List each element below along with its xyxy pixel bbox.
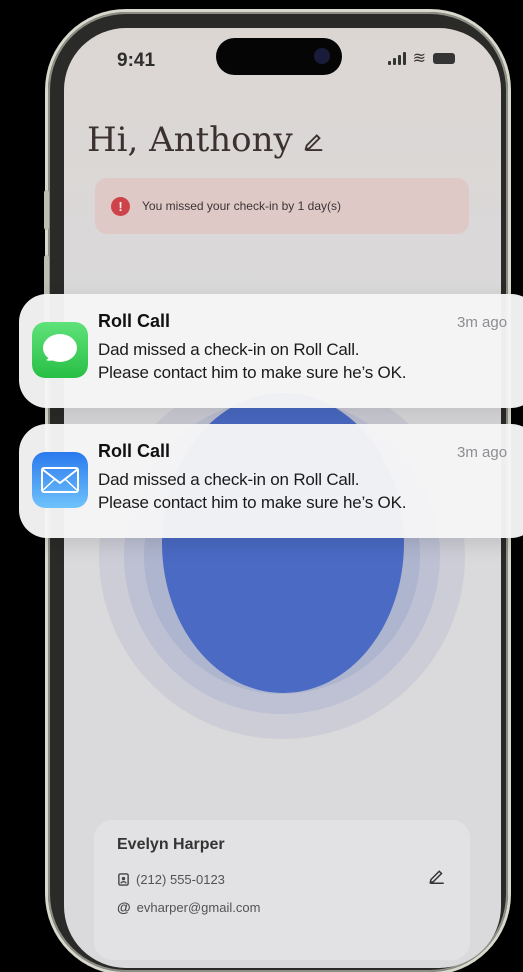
notification-line: Dad missed a check-in on Roll Call.: [98, 340, 360, 359]
notification-time: 3m ago: [457, 314, 508, 331]
messages-icon: [32, 322, 88, 378]
notification-line: Please contact him to make sure he’s OK.: [98, 363, 407, 382]
notification-time: 3m ago: [457, 444, 508, 461]
mail-icon: [32, 452, 88, 508]
phone-side-button: [44, 190, 49, 230]
notification-body: Dad missed a check-in on Roll Call. Plea…: [98, 338, 518, 384]
notification-mail[interactable]: Roll Call 3m ago Dad missed a check-in o…: [19, 424, 523, 538]
notification-messages[interactable]: Roll Call 3m ago Dad missed a check-in o…: [19, 294, 523, 408]
notification-body: Dad missed a check-in on Roll Call. Plea…: [98, 468, 518, 514]
notification-title: Roll Call: [98, 441, 171, 461]
notification-title: Roll Call: [98, 311, 171, 331]
notification-line: Dad missed a check-in on Roll Call.: [98, 470, 360, 489]
notification-line: Please contact him to make sure he’s OK.: [98, 493, 407, 512]
